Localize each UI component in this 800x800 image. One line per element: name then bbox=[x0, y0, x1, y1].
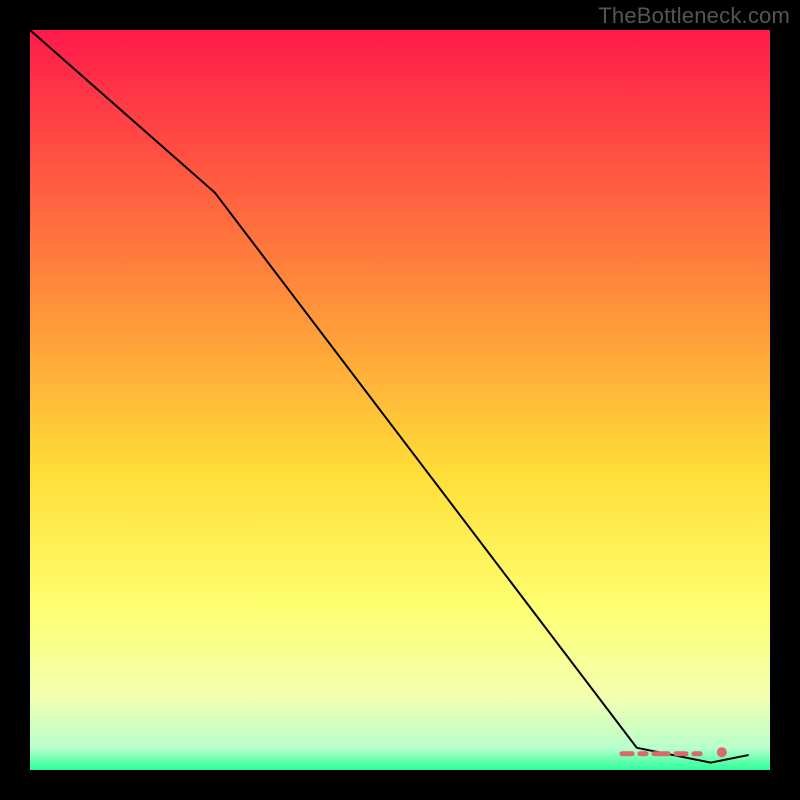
end-dot bbox=[717, 747, 727, 757]
chart-svg bbox=[30, 30, 770, 770]
gradient-background bbox=[30, 30, 770, 770]
plot-area bbox=[30, 30, 770, 770]
chart-frame: TheBottleneck.com bbox=[0, 0, 800, 800]
watermark-text: TheBottleneck.com bbox=[598, 3, 790, 29]
